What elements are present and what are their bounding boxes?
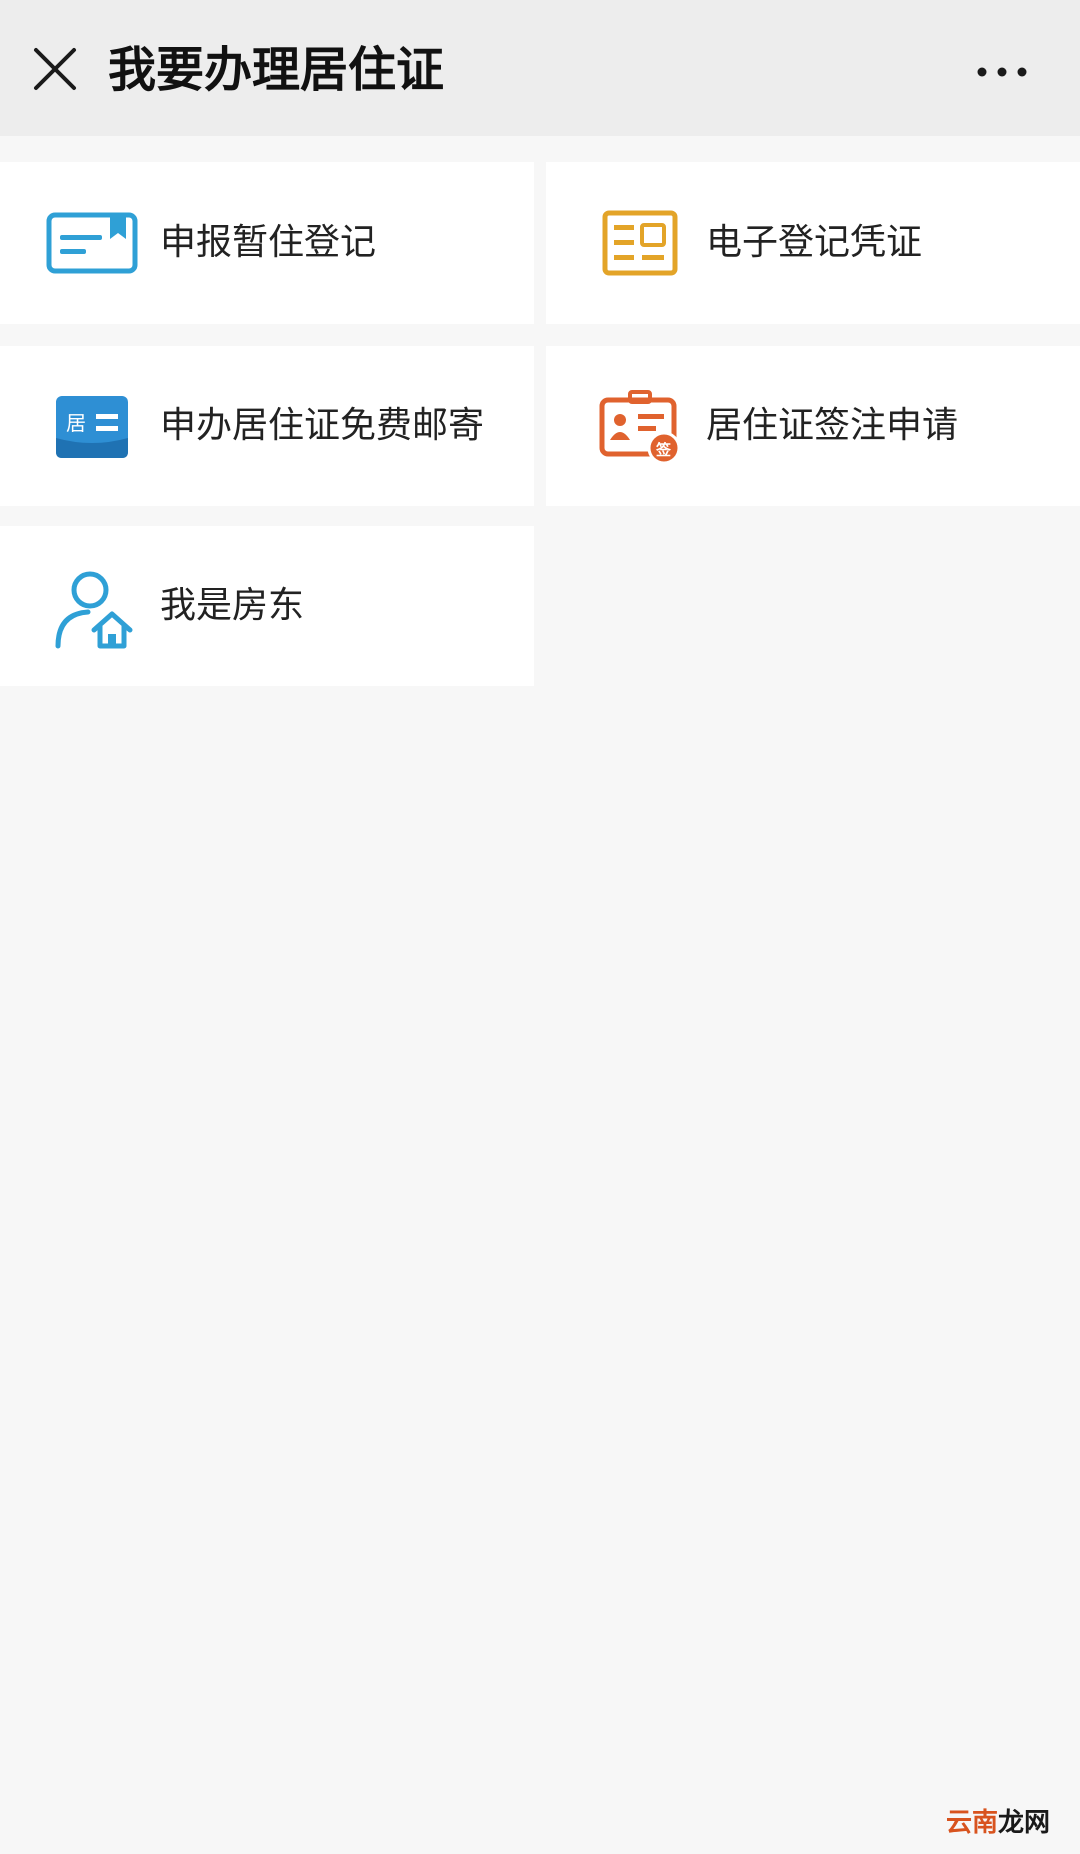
service-item-label: 电子登记凭证 <box>706 222 923 263</box>
title-bar: 我要办理居住证 <box>0 0 1080 136</box>
service-item-label: 申办居住证免费邮寄 <box>160 405 485 446</box>
service-item-label: 申报暂住登记 <box>160 222 377 263</box>
landlord-icon <box>55 571 133 649</box>
service-item-residence-permit-mail[interactable]: 居 申办居住证免费邮寄 <box>0 346 534 506</box>
close-button[interactable] <box>30 44 80 94</box>
more-options-icon <box>977 67 1027 77</box>
service-item-temporary-residence[interactable]: 申报暂住登记 <box>0 162 534 324</box>
service-item-label: 居住证签注申请 <box>706 405 959 446</box>
svg-text:签: 签 <box>655 441 672 459</box>
watermark-part: 云南 <box>946 1808 999 1838</box>
residence-permit-sign-icon: 签 <box>599 390 681 465</box>
close-icon <box>34 48 76 90</box>
service-item-landlord[interactable]: 我是房东 <box>0 526 534 686</box>
temporary-residence-card-icon <box>46 212 138 274</box>
svg-text:居: 居 <box>66 411 86 435</box>
electronic-certificate-icon <box>602 210 678 276</box>
watermark: 云南龙网 <box>946 1808 1050 1838</box>
service-item-label: 我是房东 <box>160 585 305 626</box>
page-title: 我要办理居住证 <box>108 42 445 98</box>
watermark-part: 龙网 <box>998 1808 1051 1838</box>
service-item-residence-permit-sign[interactable]: 签 居住证签注申请 <box>546 346 1080 506</box>
service-item-electronic-certificate[interactable]: 电子登记凭证 <box>546 162 1080 324</box>
more-options-button[interactable] <box>972 52 1032 92</box>
residence-permit-mail-icon: 居 <box>56 396 128 458</box>
